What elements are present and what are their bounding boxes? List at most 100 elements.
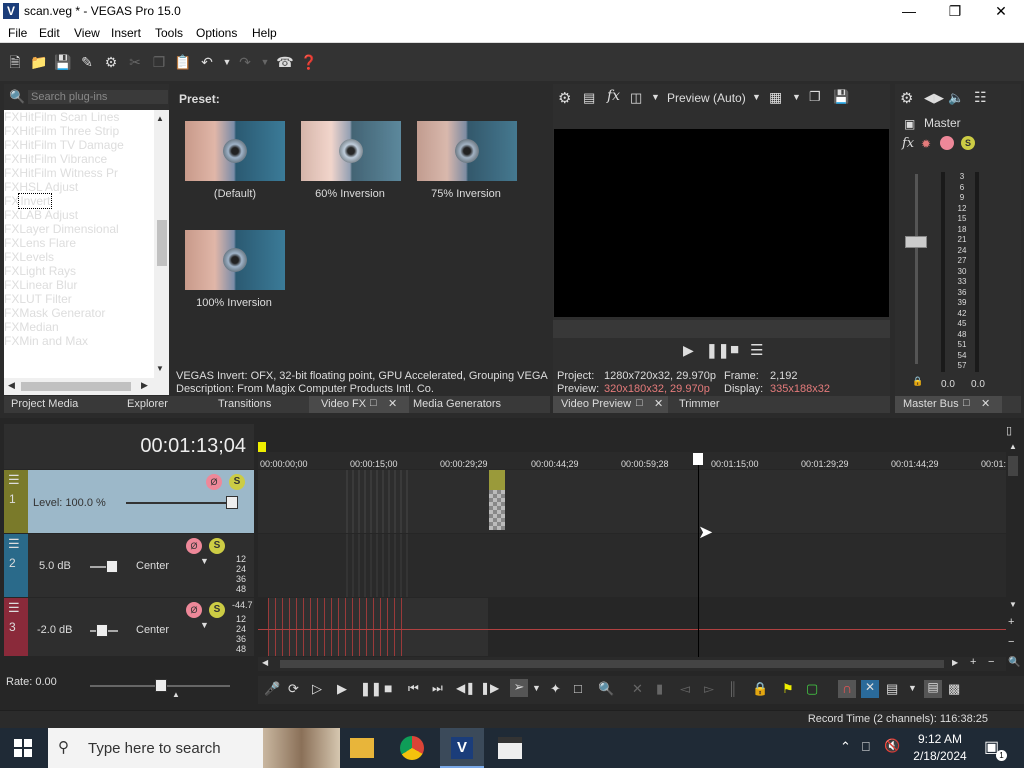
track1-side[interactable]: ☰ 1 — [4, 470, 28, 533]
save-snapshot-icon[interactable]: 💾 — [833, 89, 849, 105]
lock-icon[interactable]: 🔒 — [912, 376, 923, 387]
plugin-list-item[interactable]: FXLevels — [4, 250, 169, 264]
loop-playback-icon[interactable]: ⟳ — [288, 681, 299, 697]
plugin-list-item[interactable]: FXLAB Adjust — [4, 208, 169, 222]
plugin-list-item[interactable]: FXMask Generator — [4, 306, 169, 320]
render-icon[interactable]: ☎ — [276, 53, 294, 71]
preview-scrub-bar[interactable] — [553, 320, 890, 338]
plugin-list-item[interactable]: FXHitFilm Three Strip — [4, 124, 169, 138]
paste-icon[interactable]: 📋 — [174, 53, 192, 71]
normal-edit-tool-icon[interactable]: ➢ — [510, 679, 528, 697]
taskbar-search-box[interactable]: ⚲ Type here to search — [48, 728, 340, 768]
zoom-in-tracks-icon[interactable]: + — [1008, 616, 1014, 628]
close-tab-icon[interactable]: ✕ — [654, 397, 663, 410]
lock-event-icon[interactable]: 🔒 — [752, 681, 768, 697]
plugin-list-item[interactable]: FXLUT Filter — [4, 292, 169, 306]
previous-frame-icon[interactable]: ◀❚ — [456, 681, 475, 695]
properties-gear-icon[interactable]: ⚙ — [102, 53, 120, 71]
pan-dropdown-icon[interactable]: ▼ — [200, 556, 209, 566]
envelope-tool-icon[interactable]: ✦ — [550, 681, 561, 697]
stop-icon[interactable]: ■ — [730, 341, 739, 358]
menu-options[interactable]: Options — [196, 26, 237, 40]
mixer-icon[interactable]: ☷ — [974, 89, 987, 106]
split-dropdown-icon[interactable]: ▼ — [651, 92, 660, 102]
volume-slider-handle[interactable] — [106, 560, 118, 573]
close-tab-icon[interactable]: ✕ — [981, 397, 990, 410]
undo-icon[interactable]: ↶ — [198, 53, 216, 71]
close-tab-icon[interactable]: ✕ — [388, 397, 397, 410]
project-properties-icon[interactable]: ▤ — [583, 90, 595, 106]
scroll-thumb[interactable] — [1008, 456, 1018, 476]
tab-transitions[interactable]: Transitions — [218, 398, 271, 410]
play-icon[interactable]: ▶ — [683, 342, 694, 359]
plugin-list-item[interactable]: FXLight Rays — [4, 264, 169, 278]
pause-icon[interactable]: ❚❚ — [360, 681, 382, 697]
stop-icon[interactable]: ■ — [384, 680, 392, 696]
redo-icon[interactable]: ↷ — [236, 53, 254, 71]
auto-ripple-icon[interactable]: ▤ — [886, 681, 898, 697]
clock-date[interactable]: 2/18/2024 — [908, 749, 972, 763]
network-icon[interactable]: ⎕ — [862, 739, 870, 755]
volume-slider-handle[interactable] — [96, 624, 108, 637]
track2-lane[interactable] — [258, 534, 1006, 597]
undock-icon[interactable]: □ — [636, 397, 643, 409]
next-frame-icon[interactable]: ❚▶ — [480, 681, 499, 695]
track-menu-icon[interactable]: ☰ — [8, 536, 20, 552]
play-icon[interactable]: ▶ — [337, 681, 347, 697]
preset-thumbnail-60[interactable] — [301, 121, 401, 181]
chrome-icon[interactable] — [400, 736, 424, 760]
level-slider-handle[interactable] — [226, 496, 238, 509]
copy-snapshot-icon[interactable]: ❐ — [809, 89, 821, 105]
save-icon[interactable]: 💾 — [54, 53, 72, 71]
plugin-list-item[interactable]: FXMedian — [4, 320, 169, 334]
plugin-list-item[interactable]: FXLinear Blur — [4, 278, 169, 292]
split-icon[interactable]: ║ — [728, 681, 737, 696]
plugin-search-input[interactable]: Search plug-ins — [28, 90, 168, 104]
timeline-hscrollbar[interactable]: ◀ ▶ + − — [258, 656, 1006, 671]
play-from-start-icon[interactable]: ▷ — [312, 681, 322, 697]
video-event-clip[interactable] — [489, 490, 505, 530]
solo-icon[interactable]: S — [961, 136, 975, 150]
selection-tool-icon[interactable]: □ — [574, 681, 582, 696]
tab-trimmer[interactable]: Trimmer — [679, 398, 720, 410]
vegas-taskbar-button[interactable]: V — [440, 728, 484, 768]
lock-envelopes-icon[interactable]: ▤ — [924, 680, 942, 698]
scroll-down-icon[interactable]: ▼ — [1009, 600, 1017, 609]
scroll-down-icon[interactable]: ▼ — [156, 364, 164, 373]
preset-thumbnail-default[interactable] — [185, 121, 285, 181]
scroll-left-icon[interactable]: ◀ — [262, 658, 268, 667]
menu-file[interactable]: File — [8, 26, 27, 40]
help-icon[interactable]: ❓ — [300, 53, 318, 71]
master-checkbox-icon[interactable]: ▣ — [904, 117, 915, 131]
file-explorer-icon[interactable] — [350, 738, 374, 758]
undo-dropdown-icon[interactable]: ▼ — [218, 53, 236, 71]
go-to-start-icon[interactable]: ⏮ — [408, 681, 419, 696]
minimize-button[interactable]: — — [886, 0, 932, 23]
solo-icon[interactable]: S — [229, 474, 245, 490]
scroll-right-icon[interactable]: ▶ — [952, 658, 958, 667]
audio-event[interactable] — [346, 534, 410, 597]
tab-media-generators[interactable]: Media Generators — [413, 398, 501, 410]
plugin-list-item[interactable]: FXMin and Max — [4, 334, 169, 348]
scroll-up-icon[interactable]: ▲ — [1009, 442, 1017, 451]
ripple-dropdown-icon[interactable]: ▼ — [908, 683, 917, 693]
trim-icon[interactable]: ▮ — [656, 681, 663, 697]
mute-icon[interactable] — [940, 136, 954, 150]
playhead-handle[interactable] — [693, 453, 703, 465]
region-icon[interactable]: ▢ — [806, 681, 818, 697]
zoom-in-time-icon[interactable]: + — [970, 656, 976, 668]
downmix-icon[interactable]: ◀▶ — [924, 90, 944, 106]
video-event-header[interactable] — [489, 470, 505, 490]
redo-dropdown-icon[interactable]: ▼ — [256, 53, 274, 71]
pause-icon[interactable]: ❚❚ — [706, 342, 729, 359]
auto-crossfade-icon[interactable]: ✕ — [861, 680, 879, 698]
track3-side[interactable]: ☰ 3 — [4, 598, 28, 656]
clapper-icon[interactable] — [498, 737, 522, 759]
windows-start-icon[interactable] — [14, 739, 32, 757]
new-file-icon[interactable]: 🗎 — [6, 53, 24, 71]
save-as-icon[interactable]: ✎ — [78, 53, 96, 71]
hscroll-thumb[interactable] — [21, 382, 131, 391]
track1-lane[interactable] — [258, 470, 1006, 533]
menu-help[interactable]: Help — [252, 26, 277, 40]
preset-thumbnail-100[interactable] — [185, 230, 285, 290]
